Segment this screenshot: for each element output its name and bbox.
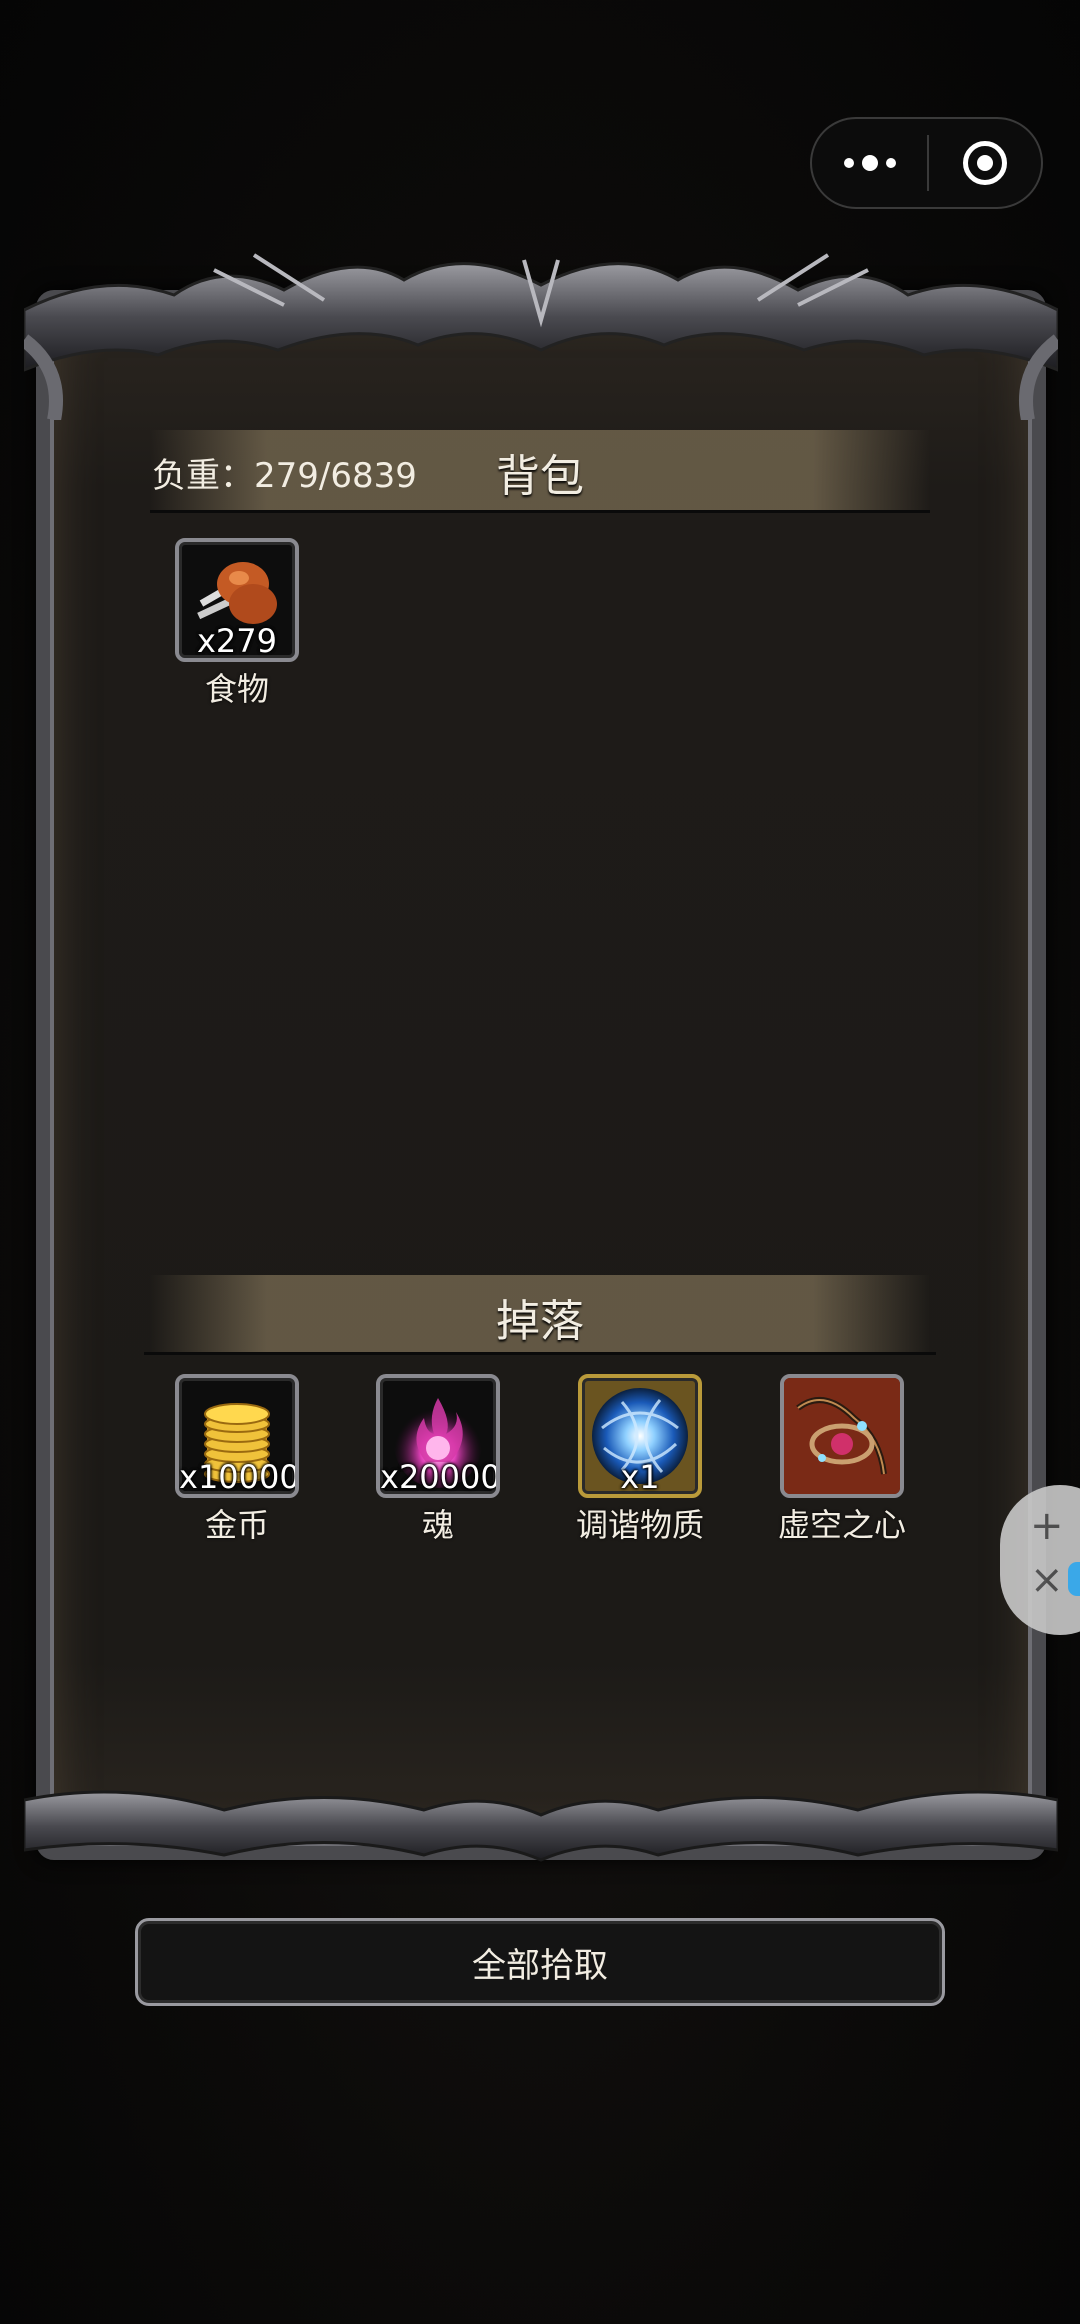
- drop-item-gold[interactable]: x1000000 金币: [142, 1374, 332, 1546]
- drop-item-attunement[interactable]: x1 调谐物质: [545, 1374, 735, 1546]
- backpack-item-food[interactable]: x279 食物: [142, 538, 332, 710]
- drop-item-soul[interactable]: x2000000 魂: [343, 1374, 533, 1546]
- item-slot: x2000000: [376, 1374, 500, 1498]
- ornate-crest-top: [24, 253, 1058, 420]
- weight-label: 负重：279/6839: [152, 456, 417, 496]
- more-dots-icon[interactable]: [812, 119, 927, 207]
- item-quantity: x279: [196, 622, 277, 660]
- drops-header-divider: [144, 1352, 936, 1355]
- item-slot: x1000000: [175, 1374, 299, 1498]
- item-name: 调谐物质: [575, 1506, 704, 1544]
- backpack-title: 背包: [496, 451, 584, 502]
- void-heart-amulet-icon: [784, 1378, 900, 1494]
- drops-title: 掉落: [496, 1296, 584, 1347]
- item-quantity: x2000000: [380, 1458, 500, 1496]
- item-name: 魂: [421, 1506, 454, 1544]
- item-name: 食物: [204, 670, 269, 708]
- miniprogram-capsule: [810, 117, 1043, 209]
- plus-icon[interactable]: +: [1030, 1503, 1064, 1549]
- item-name: 金币: [204, 1506, 269, 1544]
- item-slot: [780, 1374, 904, 1498]
- item-quantity: x1: [620, 1458, 660, 1496]
- backpack-header-divider: [150, 510, 930, 513]
- target-circle-icon[interactable]: [929, 119, 1041, 207]
- panel-border: [36, 290, 1046, 1860]
- ornate-crest-bottom: [24, 1790, 1058, 1862]
- item-name: 虚空之心: [777, 1506, 906, 1544]
- item-slot: x279: [175, 538, 299, 662]
- pick-all-button[interactable]: 全部拾取: [135, 1918, 945, 2006]
- item-slot: x1: [578, 1374, 702, 1498]
- item-quantity: x1000000: [179, 1458, 299, 1496]
- close-icon[interactable]: ×: [1030, 1557, 1064, 1603]
- floating-indicator: [1068, 1562, 1080, 1596]
- drop-item-void-heart[interactable]: 虚空之心: [747, 1374, 937, 1546]
